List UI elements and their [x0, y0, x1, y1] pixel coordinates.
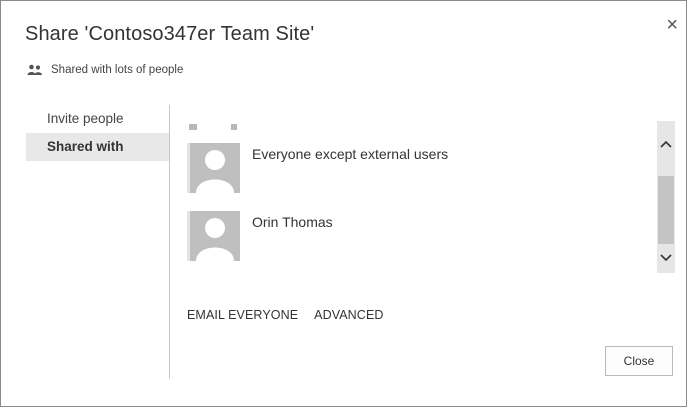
nav-item-shared-with[interactable]: Shared with	[26, 133, 169, 161]
partial-list-item-top	[189, 117, 243, 130]
close-icon[interactable]: ×	[666, 15, 678, 35]
dialog-title: Share 'Contoso347er Team Site'	[25, 23, 315, 45]
share-dialog: Share 'Contoso347er Team Site' × Shared …	[0, 0, 687, 407]
scroll-thumb[interactable]	[658, 176, 674, 244]
email-everyone-link[interactable]: EMAIL EVERYONE	[187, 308, 298, 322]
list-scrollbar[interactable]	[657, 121, 675, 273]
nav-divider	[169, 105, 170, 379]
default-user-avatar-icon	[187, 143, 240, 193]
nav-item-invite-people[interactable]: Invite people	[26, 105, 169, 133]
advanced-link[interactable]: ADVANCED	[314, 308, 383, 322]
shared-with-list: Everyone except external users Orin Thom…	[187, 113, 657, 273]
default-user-avatar-icon	[187, 211, 240, 261]
shared-status-text: Shared with lots of people	[51, 64, 184, 76]
person-name: Orin Thomas	[252, 214, 333, 230]
close-button[interactable]: Close	[605, 346, 673, 376]
list-item[interactable]: Orin Thomas	[187, 211, 333, 271]
share-actions: EMAIL EVERYONE ADVANCED	[187, 308, 384, 322]
shared-status: Shared with lots of people	[27, 64, 183, 76]
person-name: Everyone except external users	[252, 146, 449, 162]
list-item[interactable]: Everyone except external users	[187, 143, 448, 203]
scroll-up-icon[interactable]	[657, 133, 675, 153]
people-icon	[27, 64, 42, 75]
scroll-down-icon[interactable]	[657, 247, 675, 267]
share-nav: Invite people Shared with	[26, 105, 169, 161]
